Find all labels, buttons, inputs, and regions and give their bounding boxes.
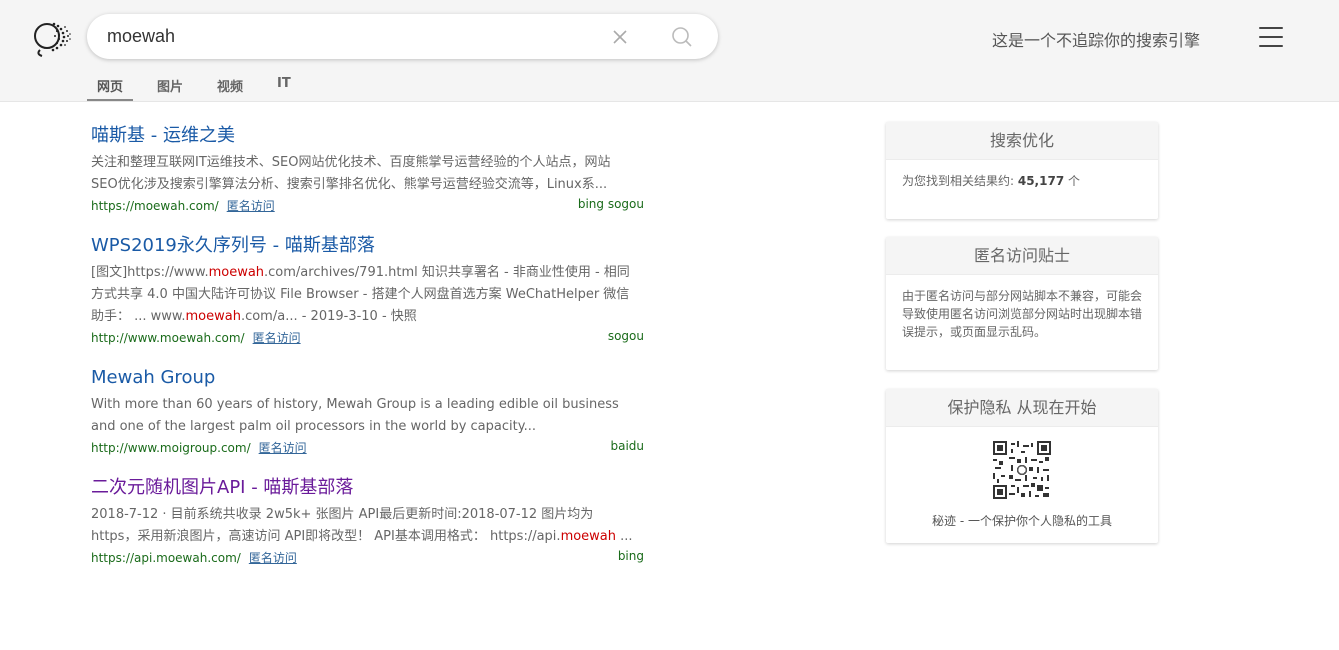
result-count-prefix: 为您找到相关结果约: <box>902 174 1018 188</box>
tab-it[interactable]: IT <box>267 72 301 101</box>
anonymous-visit-link[interactable]: 匿名访问 <box>249 551 297 565</box>
result-snippet: [图文]https://www.moewah.com/archives/791.… <box>91 262 636 328</box>
qr-code-icon <box>993 441 1051 499</box>
result-title-link[interactable]: Mewah Group <box>91 366 644 389</box>
result-engines: baidu <box>610 439 644 453</box>
search-tabs: 网页 图片 视频 IT <box>87 72 315 102</box>
result-url[interactable]: http://www.moewah.com/ <box>91 331 245 345</box>
result-snippet: 关注和整理互联网IT运维技术、SEO网站优化技术、百度熊掌号运营经验的个人站点，… <box>91 155 611 192</box>
result-count-suffix: 个 <box>1064 174 1080 188</box>
snippet-highlight: moewah <box>208 265 265 280</box>
anonymous-visit-link[interactable]: 匿名访问 <box>253 331 301 345</box>
result-item: WPS2019永久序列号 - 喵斯基部落 [图文]https://www.moe… <box>91 234 644 347</box>
qr-caption: 秘迹 - 一个保护你个人隐私的工具 <box>932 514 1112 528</box>
slogan-text: 这是一个不追踪你的搜索引擎 <box>992 31 1201 50</box>
result-url[interactable]: https://moewah.com/ <box>91 199 219 213</box>
result-title-link[interactable]: WPS2019永久序列号 - 喵斯基部落 <box>91 234 644 257</box>
result-snippet: 2018-7-12 · 目前系统共收录 2w5k+ 张图片 API最后更新时间:… <box>91 504 636 548</box>
tips-card-body: 由于匿名访问与部分网站脚本不兼容，可能会导致使用匿名访问浏览部分网站时出现脚本错… <box>902 289 1143 339</box>
result-meta: https://api.moewah.com/匿名访问 bing <box>91 549 644 567</box>
anonymous-visit-link[interactable]: 匿名访问 <box>227 199 275 213</box>
snippet-highlight: moewah <box>560 529 617 544</box>
seo-card-title: 搜索优化 <box>886 122 1158 160</box>
snippet-text: ... <box>616 529 633 544</box>
privacy-card: 保护隐私 从现在开始 秘迹 - 一个保护你个人隐私的工具 <box>886 389 1158 543</box>
result-snippet: With more than 60 years of history, Mewa… <box>91 397 619 434</box>
results-list: 喵斯基 - 运维之美 关注和整理互联网IT运维技术、SEO网站优化技术、百度熊掌… <box>91 124 644 586</box>
result-engines: sogou <box>607 329 644 343</box>
result-title-link[interactable]: 二次元随机图片API - 喵斯基部落 <box>91 476 644 499</box>
result-engines: bing sogou <box>577 197 644 211</box>
snippet-text: .com/a... - 2019-3-10 - 快照 <box>240 309 417 324</box>
clear-icon[interactable] <box>609 26 631 48</box>
result-meta: http://www.moewah.com/匿名访问 sogou <box>91 329 644 347</box>
snippet-text: 2018-7-12 · 目前系统共收录 2w5k+ 张图片 API最后更新时间:… <box>91 507 594 544</box>
result-url[interactable]: http://www.moigroup.com/ <box>91 441 251 455</box>
tab-videos[interactable]: 视频 <box>207 72 253 101</box>
result-meta: https://moewah.com/匿名访问 bing sogou <box>91 197 644 215</box>
search-icon[interactable] <box>670 25 694 49</box>
result-item: 喵斯基 - 运维之美 关注和整理互联网IT运维技术、SEO网站优化技术、百度熊掌… <box>91 124 644 215</box>
tab-web[interactable]: 网页 <box>87 72 134 101</box>
result-engines: bing <box>617 549 644 563</box>
result-meta: http://www.moigroup.com/匿名访问 baidu <box>91 439 644 457</box>
result-url[interactable]: https://api.moewah.com/ <box>91 551 241 565</box>
logo-icon[interactable] <box>30 14 74 58</box>
result-count: 45,177 <box>1017 174 1065 188</box>
snippet-highlight: moewah <box>185 309 241 324</box>
anonymous-visit-link[interactable]: 匿名访问 <box>259 441 307 455</box>
result-title-link[interactable]: 喵斯基 - 运维之美 <box>91 124 644 147</box>
result-item: Mewah Group With more than 60 years of h… <box>91 366 644 457</box>
menu-icon[interactable] <box>1259 27 1283 49</box>
search-input[interactable] <box>107 22 587 50</box>
seo-card: 搜索优化 为您找到相关结果约: 45,177 个 <box>886 122 1158 219</box>
snippet-text: [图文]https://www. <box>91 265 209 280</box>
tips-card: 匿名访问贴士 由于匿名访问与部分网站脚本不兼容，可能会导致使用匿名访问浏览部分网… <box>886 237 1158 370</box>
tab-images[interactable]: 图片 <box>147 72 193 101</box>
result-count-text: 为您找到相关结果约: 45,177 个 <box>886 160 1158 202</box>
header-bar: 这是一个不追踪你的搜索引擎 网页 图片 视频 IT <box>0 0 1339 102</box>
search-box <box>87 14 718 59</box>
tips-card-title: 匿名访问贴士 <box>886 237 1158 275</box>
privacy-card-title: 保护隐私 从现在开始 <box>886 389 1158 427</box>
result-item: 二次元随机图片API - 喵斯基部落 2018-7-12 · 目前系统共收录 2… <box>91 476 644 567</box>
